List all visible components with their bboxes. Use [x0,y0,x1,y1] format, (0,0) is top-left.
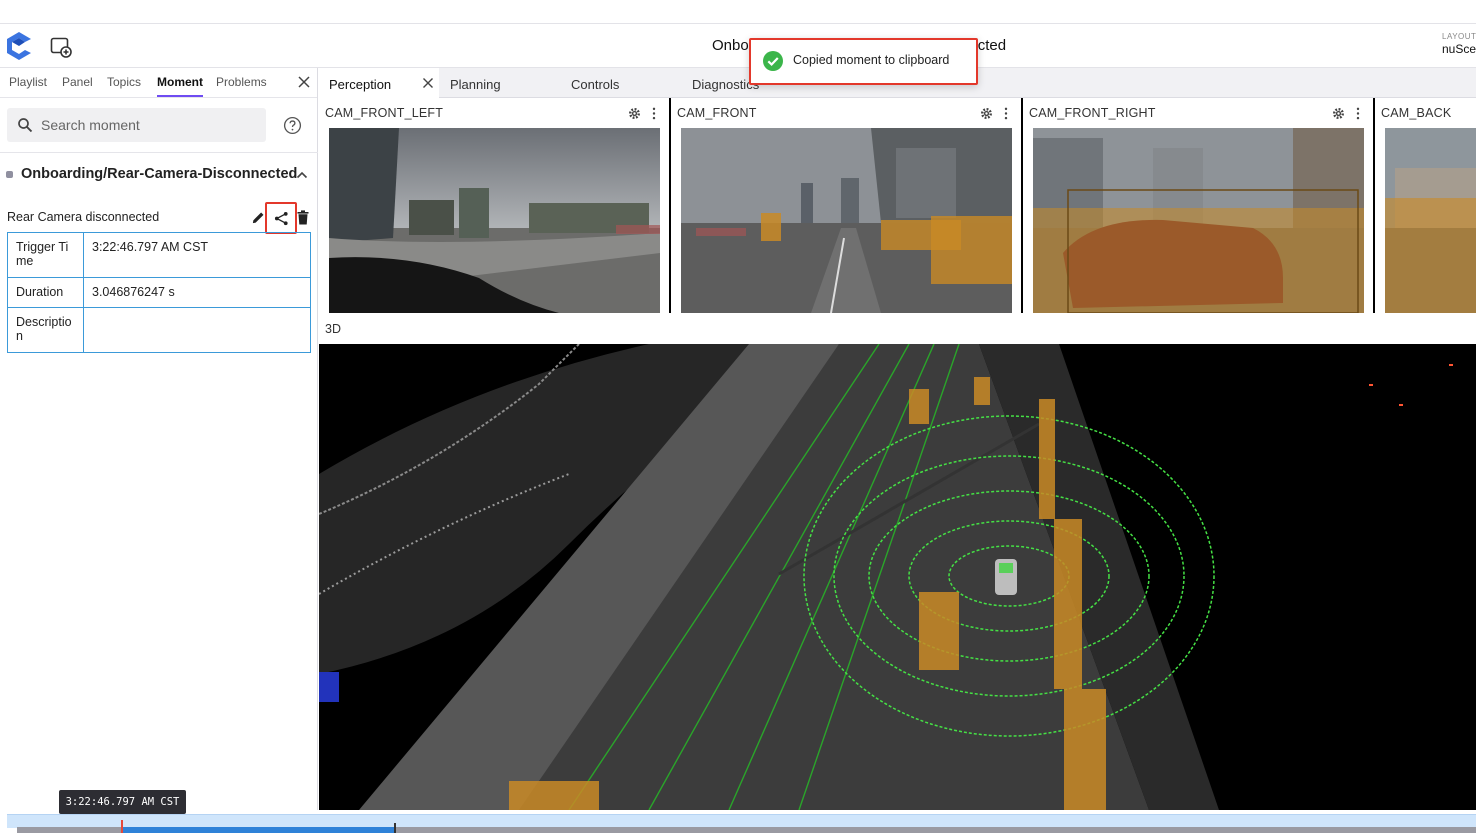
tab-panel[interactable]: Panel [62,75,93,89]
tab-perception-label: Perception [329,77,392,92]
camera-panel-back: CAM_BACK [1375,98,1476,313]
playback-timeline[interactable] [0,810,1476,833]
timeline-time-tooltip: 3:22:46.797 AM CST [59,790,186,814]
timeline-track[interactable] [7,814,1476,828]
tab-moment[interactable]: Moment [157,75,203,97]
threed-viewport[interactable] [319,344,1476,810]
field-key: Trigger Ti me [7,232,84,278]
field-value [83,307,311,353]
check-circle-icon [763,51,783,71]
sidebar: Playlist Panel Topics Moment Problems On… [0,68,318,810]
tab-topics[interactable]: Topics [107,75,141,89]
moment-name: Rear Camera disconnected [7,210,160,224]
search-input[interactable] [41,115,256,135]
timeline-marker [394,823,396,833]
camera-title: CAM_FRONT [677,106,757,120]
moment-group-header[interactable]: Onboarding/Rear-Camera-Disconnected [0,163,318,187]
threed-panel-header: 3D [319,313,1476,344]
close-icon[interactable] [422,77,434,89]
gear-icon[interactable] [980,107,993,120]
help-circle-icon[interactable] [283,116,302,135]
gear-icon[interactable] [1332,107,1345,120]
table-row: Duration 3.046876247 s [7,277,311,308]
layout-label: LAYOUT [1442,32,1476,41]
trash-icon[interactable] [297,210,309,225]
table-row: Descriptio n [7,307,311,353]
divider [0,152,318,153]
camera-title: CAM_BACK [1381,106,1452,120]
camera-image [681,128,1012,313]
group-title: Onboarding/Rear-Camera-Disconnected [21,166,298,182]
tab-controls[interactable]: Controls [571,68,619,98]
camera-panel-front-right: CAM_FRONT_RIGHT [1023,98,1373,313]
toast-notification: Copied moment to clipboard [749,38,978,85]
chevron-up-icon[interactable] [295,168,309,182]
camera-panel-front-left: CAM_FRONT_LEFT [319,98,669,313]
window-top-strip [0,0,1476,24]
field-key: Descriptio n [7,307,84,353]
layout-value: nuSce [1442,42,1476,56]
tab-planning[interactable]: Planning [450,68,501,98]
share-button[interactable] [265,202,297,234]
search-box [7,108,266,142]
app-bar: Onbo cted LAYOUT nuSce [0,24,1476,68]
close-icon[interactable] [297,75,311,89]
field-value: 3:22:46.797 AM CST [83,232,311,278]
add-panel-icon[interactable] [49,35,73,59]
group-color-dot [6,171,13,178]
toast-message: Copied moment to clipboard [793,53,950,67]
field-key: Duration [7,277,84,308]
more-vertical-icon[interactable] [651,107,657,120]
tab-problems[interactable]: Problems [216,75,267,89]
camera-panel-front: CAM_FRONT [671,98,1021,313]
more-vertical-icon[interactable] [1355,107,1361,120]
camera-title: CAM_FRONT_RIGHT [1029,106,1156,120]
moment-details-table: Trigger Ti me 3:22:46.797 AM CST Duratio… [7,232,311,353]
threed-panel-title: 3D [325,322,341,336]
search-icon [18,118,33,133]
app-title-right: cted [977,37,1007,54]
timeline-progress [122,827,395,833]
foxglove-logo-icon[interactable] [3,30,35,62]
camera-image [1385,128,1476,313]
timeline-playhead[interactable] [121,820,123,833]
camera-image [1033,128,1364,313]
pencil-icon[interactable] [251,210,266,225]
more-vertical-icon[interactable] [1003,107,1009,120]
table-row: Trigger Ti me 3:22:46.797 AM CST [7,232,311,278]
share-icon [274,211,288,226]
field-value: 3.046876247 s [83,277,311,308]
app-title-left: Onbo [712,37,749,54]
tab-playlist[interactable]: Playlist [9,75,47,89]
sidebar-tabs: Playlist Panel Topics Moment Problems [0,68,317,98]
gear-icon[interactable] [628,107,641,120]
camera-title: CAM_FRONT_LEFT [325,106,444,120]
tab-perception[interactable]: Perception [319,68,439,98]
layout-selector[interactable]: LAYOUT nuSce [1442,32,1476,56]
camera-image [329,128,660,313]
main-workspace: Perception Planning Controls Diagnostics… [319,68,1476,810]
